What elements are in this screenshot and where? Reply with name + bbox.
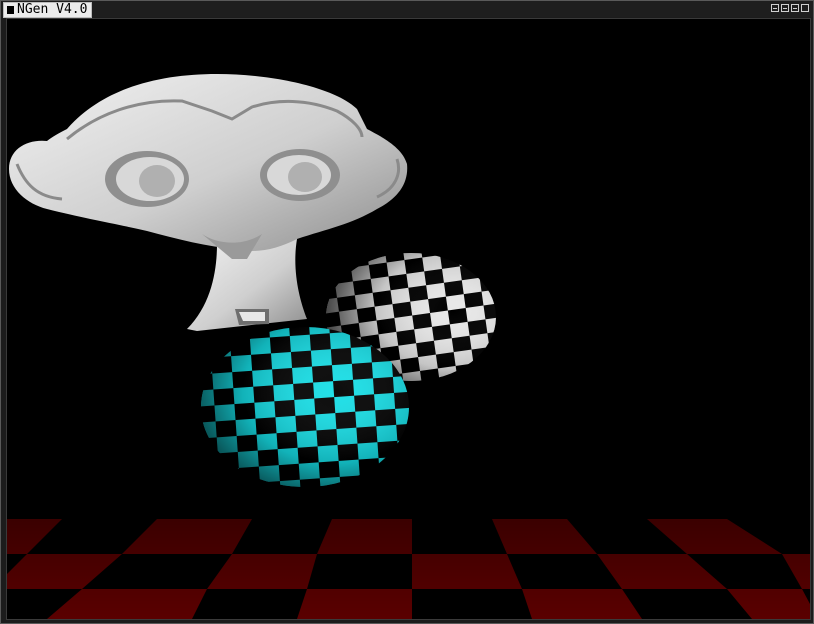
- window-title: NGen V4.0: [17, 2, 88, 17]
- render-viewport[interactable]: [6, 18, 811, 620]
- checkered-sphere-cyan: [201, 327, 409, 487]
- maximize-icon[interactable]: [791, 4, 799, 12]
- app-window: NGen V4.0: [0, 0, 814, 624]
- window-menu-icon[interactable]: [7, 6, 14, 14]
- minimize-icon[interactable]: [771, 4, 779, 12]
- window-title-tab[interactable]: NGen V4.0: [3, 2, 93, 18]
- checkered-floor: [7, 519, 810, 619]
- title-bar[interactable]: NGen V4.0: [1, 1, 813, 18]
- restore-icon[interactable]: [781, 4, 789, 12]
- close-icon[interactable]: [801, 4, 809, 12]
- window-controls: [771, 4, 809, 12]
